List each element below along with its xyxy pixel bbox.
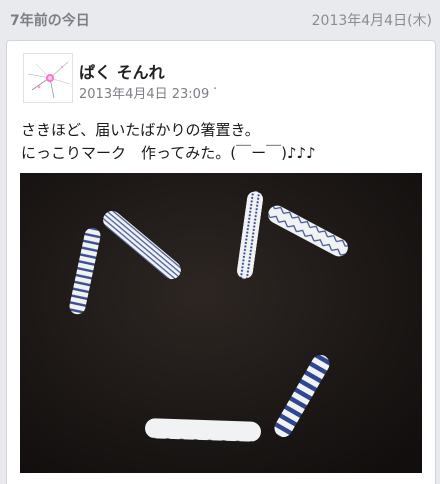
- post-card[interactable]: ぱく そんれ 2013年4月4日 23:09 · さきほど、届いたばかりの箸置き…: [6, 40, 436, 484]
- post-timestamp[interactable]: 2013年4月4日 23:09: [79, 83, 209, 102]
- memory-title: 7年前の今日: [10, 13, 90, 29]
- chopstick-rests-photo: [20, 173, 422, 473]
- memory-date: 2013年4月4日(木): [311, 13, 432, 29]
- post-photo[interactable]: [20, 173, 422, 473]
- author-name[interactable]: ぱく そんれ: [79, 59, 165, 83]
- avatar-sparkle-icon: [27, 61, 71, 99]
- memory-header: 7年前の今日 2013年4月4日(木): [0, 0, 440, 38]
- post-text-line: にっこりマーク 作ってみた。(￣ー￣)♪♪♪: [21, 144, 316, 162]
- separator-dot: ·: [213, 82, 218, 97]
- post-text: さきほど、届いたばかりの箸置き。 にっこりマーク 作ってみた。(￣ー￣)♪♪♪: [21, 119, 431, 165]
- avatar[interactable]: [23, 53, 73, 103]
- post-text-line: さきほど、届いたばかりの箸置き。: [21, 121, 260, 139]
- rest-loops: [145, 418, 261, 442]
